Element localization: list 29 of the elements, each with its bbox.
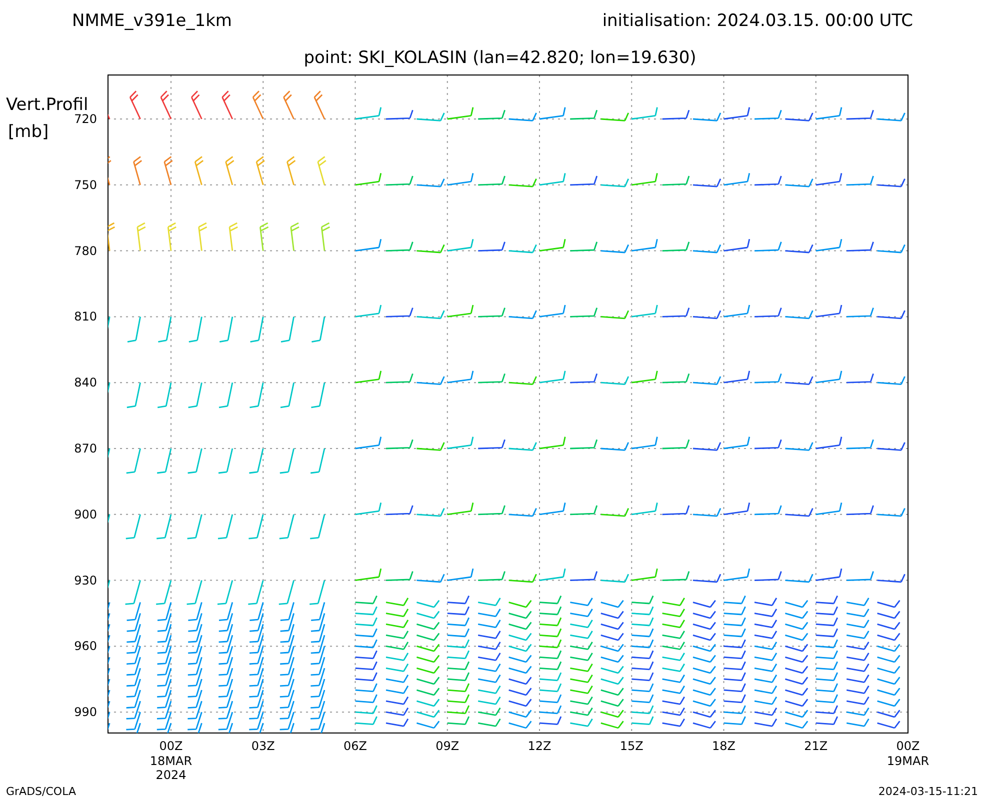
y-axis-label: 780 [74, 244, 97, 258]
x-axis-label: 21Z [804, 739, 828, 753]
y-axis-label: 960 [74, 639, 97, 654]
y-axis-label: 750 [74, 178, 97, 192]
plot-timestamp: 2024-03-15-11:21 [878, 785, 978, 798]
x-axis-date: 2024 [156, 768, 186, 782]
model-title: NMME_v391e_1km [72, 11, 232, 31]
x-axis-label: 09Z [436, 739, 460, 753]
y-axis-label: 810 [74, 310, 97, 324]
y-axis-label: 870 [74, 442, 97, 456]
y-axis-label: 900 [74, 507, 97, 522]
x-axis-label: 15Z [620, 739, 644, 753]
initialisation-time: initialisation: 2024.03.15. 00:00 UTC [602, 11, 913, 31]
x-axis-label: 00Z [159, 739, 183, 753]
y-axis-label: 990 [74, 705, 97, 720]
x-axis-label: 18Z [712, 739, 736, 753]
x-axis-label: 00Z [896, 739, 920, 753]
y-axis-title: [mb] [8, 122, 49, 142]
point-title: point: SKI_KOLASIN (lan=42.820; lon=19.630) [304, 48, 696, 68]
software-credit: GrADS/COLA [6, 785, 76, 798]
x-axis-label: 06Z [344, 739, 367, 753]
x-axis-label: 03Z [251, 739, 275, 753]
x-axis-label: 12Z [528, 739, 552, 753]
x-axis-date: 19MAR [886, 754, 930, 768]
y-axis-label: 720 [74, 112, 97, 126]
x-axis-date: 18MAR [150, 754, 192, 768]
y-axis-label: 840 [74, 376, 97, 390]
y-axis-title: Vert.Profil [6, 95, 88, 115]
y-axis-label: 930 [74, 573, 97, 588]
